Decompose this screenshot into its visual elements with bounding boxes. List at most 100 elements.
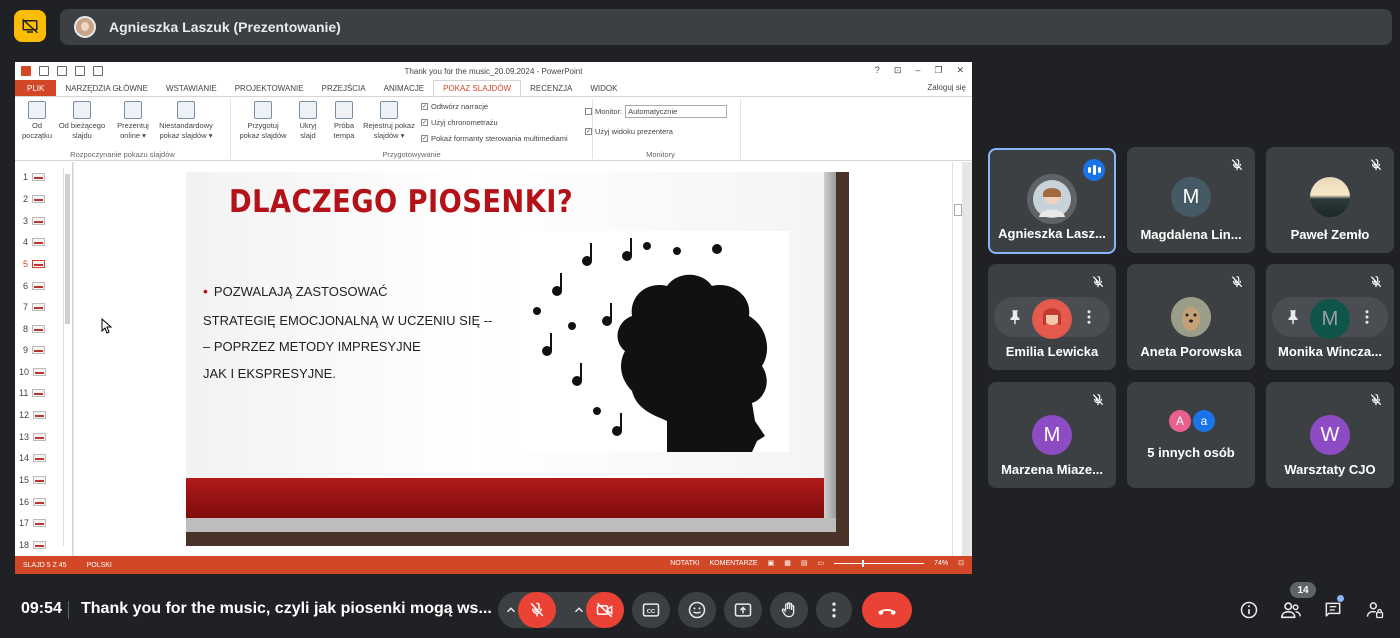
- thumbnail-image: [33, 433, 47, 441]
- slide-thumbnail[interactable]: 7: [23, 302, 46, 312]
- more-options-icon[interactable]: [1080, 308, 1098, 326]
- minimize-icon[interactable]: –: [915, 65, 920, 76]
- divider: [68, 601, 69, 619]
- sorter-view-icon[interactable]: ▦: [784, 559, 791, 567]
- participant-tile-magdalena[interactable]: M Magdalena Lin...: [1127, 147, 1255, 253]
- mic-toggle-button[interactable]: [518, 592, 556, 628]
- slide-thumbnail[interactable]: 8: [23, 324, 46, 334]
- participant-tile-pawel[interactable]: Paweł Zemło: [1266, 147, 1394, 253]
- sign-in-link[interactable]: Zaloguj się: [927, 83, 966, 92]
- meeting-details-button[interactable]: [1237, 598, 1261, 622]
- present-screen-icon: [734, 603, 752, 617]
- slide-thumbnail[interactable]: 15: [19, 475, 47, 485]
- custom-show-button[interactable]: Niestandardowy pokaz slajdów ▾: [155, 101, 217, 141]
- presenter-view-checkbox[interactable]: ✓ Użyj widoku prezentera: [585, 127, 673, 136]
- participant-tile-monika[interactable]: M Monika Wincza...: [1266, 264, 1394, 370]
- monitor-select[interactable]: Automatycznie: [625, 105, 728, 118]
- avatar: M: [1171, 177, 1211, 217]
- people-button[interactable]: [1279, 598, 1303, 622]
- reactions-button[interactable]: [678, 592, 716, 628]
- use-timings-checkbox[interactable]: ✓ Użyj chronometrażu: [421, 118, 498, 127]
- slide-thumbnail[interactable]: 4: [23, 237, 46, 247]
- media-controls-checkbox[interactable]: ✓ Pokaż formanty sterowania multimediami: [421, 134, 568, 143]
- play-narrations-checkbox[interactable]: ✓ Odtwórz narracje: [421, 102, 488, 111]
- checkbox-icon: ✓: [585, 128, 592, 135]
- slide-thumbnail[interactable]: 14: [19, 453, 47, 463]
- current-slide[interactable]: DLACZEGO PIOSENKI? • POZWALAJĄ ZASTOSOWAĆ…: [186, 172, 849, 546]
- thumbnails-scrollbar[interactable]: [63, 168, 70, 546]
- slide-thumbnail[interactable]: 2: [23, 194, 46, 204]
- present-online-button[interactable]: Prezentuj online ▾: [113, 101, 153, 141]
- slide-thumbnail[interactable]: 12: [19, 410, 47, 420]
- scrollbar-thumb[interactable]: [954, 204, 962, 216]
- record-show-button[interactable]: Rejestruj pokaz slajdów ▾: [359, 101, 419, 141]
- restore-icon[interactable]: ❐: [934, 65, 942, 76]
- tab-recenzja[interactable]: RECENZJA: [521, 80, 581, 96]
- close-icon[interactable]: ✕: [956, 65, 964, 76]
- scrollbar-thumb[interactable]: [65, 174, 70, 324]
- bullet-icon: •: [203, 283, 208, 299]
- setup-show-button[interactable]: Przygotuj pokaz slajdów: [235, 101, 291, 141]
- slide-thumbnail[interactable]: 16: [19, 497, 47, 507]
- hide-slide-button[interactable]: Ukryj slajd: [293, 101, 323, 141]
- notes-button[interactable]: NOTATKI: [670, 560, 699, 567]
- slide-thumbnail[interactable]: 3: [23, 216, 46, 226]
- mouse-cursor-icon: [101, 318, 113, 334]
- more-options-button[interactable]: [816, 592, 852, 628]
- pin-icon[interactable]: [1006, 308, 1024, 326]
- tab-plik[interactable]: PLIK: [15, 80, 57, 96]
- tab-przejscia[interactable]: PRZEJŚCIA: [313, 80, 375, 96]
- zoom-slider[interactable]: [834, 559, 925, 567]
- participant-tile-marzena[interactable]: M Marzena Miaze...: [988, 382, 1116, 488]
- powerpoint-titlebar: Thank you for the music_20.09.2024 - Pow…: [15, 62, 972, 80]
- slide-scrollbar[interactable]: [952, 162, 962, 556]
- tab-projektowanie[interactable]: PROJEKTOWANIE: [226, 80, 313, 96]
- slide-thumbnail[interactable]: 1: [23, 172, 46, 182]
- slide-thumbnail[interactable]: 17: [19, 518, 47, 528]
- slide-thumbnail[interactable]: 10: [19, 367, 47, 377]
- slide-thumbnail[interactable]: 18: [19, 540, 47, 550]
- slide-thumbnail[interactable]: 11: [19, 388, 46, 398]
- camera-off-icon: [596, 602, 613, 618]
- camera-toggle-button[interactable]: [586, 592, 624, 628]
- zoom-level[interactable]: 74%: [934, 560, 948, 567]
- reading-view-icon[interactable]: ▤: [801, 559, 808, 567]
- participant-tile-aneta[interactable]: Aneta Porowska: [1127, 264, 1255, 370]
- slide-thumbnail[interactable]: 6: [23, 281, 46, 291]
- normal-view-icon[interactable]: ▣: [768, 559, 775, 567]
- tab-widok[interactable]: WIDOK: [581, 80, 626, 96]
- rehearse-label-1: Próba: [333, 121, 354, 130]
- presentation-mode-button[interactable]: [14, 10, 46, 42]
- participant-tile-others[interactable]: A a 5 innych osób: [1127, 382, 1255, 488]
- from-beginning-button[interactable]: Od początku: [19, 101, 55, 141]
- tab-pokaz-slajdow[interactable]: POKAZ SLAJDÓW: [433, 80, 522, 96]
- ribbon-display-icon[interactable]: ⊡: [894, 65, 902, 76]
- participant-tile-emilia[interactable]: Emilia Lewicka: [988, 264, 1116, 370]
- tab-wstawianie[interactable]: WSTAWIANIE: [157, 80, 226, 96]
- from-current-label-2: slajdu: [72, 131, 92, 140]
- comments-button[interactable]: KOMENTARZE: [710, 560, 758, 567]
- captions-button[interactable]: CC: [632, 592, 670, 628]
- pin-icon[interactable]: [1284, 308, 1302, 326]
- host-controls-button[interactable]: [1363, 598, 1387, 622]
- slide-footer-shadow: [186, 518, 836, 532]
- slide-thumbnail[interactable]: 13: [19, 432, 47, 442]
- participant-tile-agnieszka[interactable]: Agnieszka Lasz...: [988, 148, 1116, 254]
- help-icon[interactable]: ?: [875, 65, 880, 76]
- from-current-button[interactable]: Od bieżącego slajdu: [57, 101, 107, 141]
- language-indicator[interactable]: POLSKI: [87, 562, 112, 569]
- raise-hand-button[interactable]: [770, 592, 808, 628]
- more-options-icon[interactable]: [1358, 308, 1376, 326]
- slide-thumbnail[interactable]: 9: [23, 345, 46, 355]
- participant-tile-warsztaty[interactable]: W Warsztaty CJO: [1266, 382, 1394, 488]
- presenter-chip[interactable]: Agnieszka Laszuk (Prezentowanie): [60, 9, 1392, 45]
- from-current-icon: [73, 101, 91, 119]
- present-screen-button[interactable]: [724, 592, 762, 628]
- fit-to-window-icon[interactable]: ⊡: [958, 559, 964, 567]
- rehearse-timings-button[interactable]: Próba tempa: [329, 101, 359, 141]
- slideshow-view-icon[interactable]: ▭: [817, 559, 824, 567]
- tab-animacje[interactable]: ANIMACJE: [375, 80, 433, 96]
- slide-thumbnail-active[interactable]: 5: [23, 259, 46, 269]
- tab-narzedzia-glowne[interactable]: NARZĘDZIA GŁÓWNE: [56, 80, 157, 96]
- leave-call-button[interactable]: [862, 592, 912, 628]
